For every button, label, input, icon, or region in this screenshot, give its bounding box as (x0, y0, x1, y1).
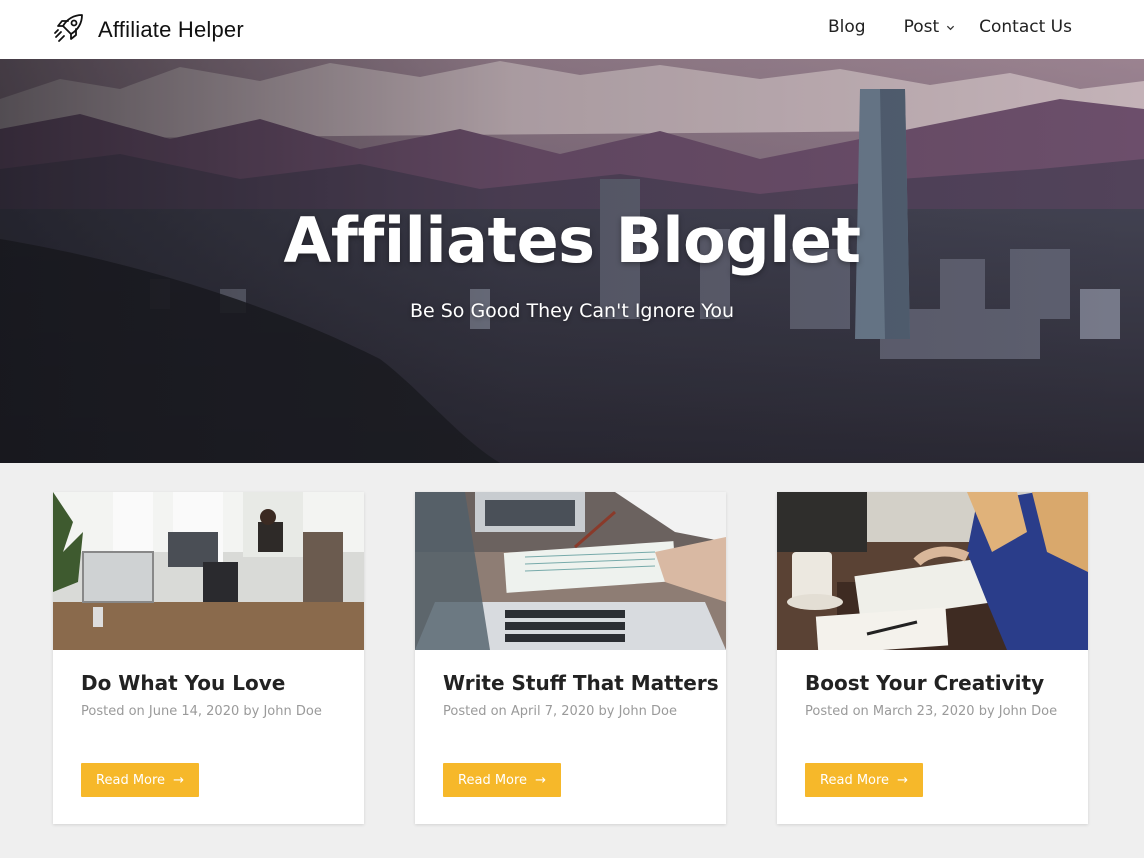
post-title[interactable]: Boost Your Creativity (805, 671, 1044, 695)
nav-item-blog[interactable]: Blog (828, 17, 866, 37)
post-thumbnail-creativity[interactable] (777, 492, 1088, 650)
post-meta: Posted on April 7, 2020 by John Doe (443, 704, 677, 719)
arrow-right-icon: → (897, 772, 908, 788)
read-more-button[interactable]: Read More → (443, 763, 561, 797)
brand-name: Affiliate Helper (98, 17, 244, 42)
nav-item-label: Post (903, 17, 940, 37)
post-meta: Posted on March 23, 2020 by John Doe (805, 704, 1058, 719)
read-more-label: Read More (96, 772, 166, 788)
nav-item-contact[interactable]: Contact Us (979, 17, 1072, 37)
nav-item-label: Contact Us (979, 17, 1072, 37)
nav-item-label: Blog (827, 17, 866, 37)
arrow-right-icon: → (173, 772, 184, 788)
read-more-button[interactable]: Read More → (805, 763, 923, 797)
post-card: Write Stuff That Matters Posted on April… (415, 492, 726, 824)
post-meta: Posted on June 14, 2020 by John Doe (81, 704, 322, 719)
brand[interactable]: Affiliate Helper (52, 11, 244, 49)
read-more-label: Read More (458, 772, 528, 788)
hero-banner: Affiliates Bloglet Be So Good They Can't… (0, 59, 1144, 463)
site-header: Affiliate Helper Blog Post Contact Us (0, 0, 1144, 59)
post-card: Do What You Love Posted on June 14, 2020… (53, 492, 364, 824)
post-thumbnail-writing[interactable] (415, 492, 726, 650)
arrow-right-icon: → (535, 772, 546, 788)
nav-item-post[interactable]: Post (904, 17, 956, 37)
hero-subtitle: Be So Good They Can't Ignore You (409, 300, 735, 322)
post-thumbnail-office[interactable] (53, 492, 364, 650)
post-title[interactable]: Do What You Love (81, 671, 285, 695)
hero-title: Affiliates Bloglet (283, 204, 861, 277)
post-card: Boost Your Creativity Posted on March 23… (777, 492, 1088, 824)
main-nav: Blog Post Contact Us (828, 17, 1072, 37)
read-more-label: Read More (820, 772, 890, 788)
rocket-icon (52, 11, 86, 49)
chevron-down-icon (947, 25, 955, 30)
read-more-button[interactable]: Read More → (81, 763, 199, 797)
post-title[interactable]: Write Stuff That Matters (443, 671, 719, 695)
